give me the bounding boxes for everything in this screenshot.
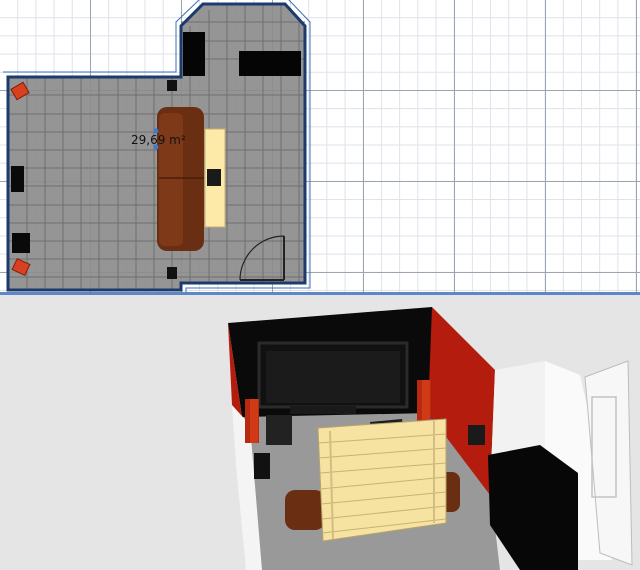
speaker-left-wall[interactable]: [11, 166, 24, 192]
room-area-label: 29,69 m²: [131, 133, 186, 147]
subwoofer-3d[interactable]: [266, 415, 292, 445]
subwoofer[interactable]: [12, 233, 30, 253]
3d-view[interactable]: [0, 295, 640, 570]
black-cabinet-3d[interactable]: [488, 445, 578, 570]
sofa-plan[interactable]: [157, 107, 204, 251]
speaker-left-wall-3d[interactable]: [254, 453, 270, 479]
tv-unit[interactable]: [239, 51, 301, 76]
floor-plan-view[interactable]: 29,69 m²: [0, 0, 640, 292]
tv-console-3d[interactable]: [290, 406, 356, 414]
speaker-small-bottom[interactable]: [167, 267, 177, 279]
speaker-front-right[interactable]: [417, 380, 431, 424]
projection-screen[interactable]: [266, 351, 400, 403]
bookshelf-3d[interactable]: [317, 418, 447, 542]
projector-plan[interactable]: [207, 169, 221, 186]
speaker-small-top[interactable]: [167, 80, 177, 91]
tall-cabinet[interactable]: [183, 32, 205, 76]
speaker-front-left[interactable]: [245, 399, 259, 443]
speaker-right-wall-3d[interactable]: [468, 425, 485, 445]
